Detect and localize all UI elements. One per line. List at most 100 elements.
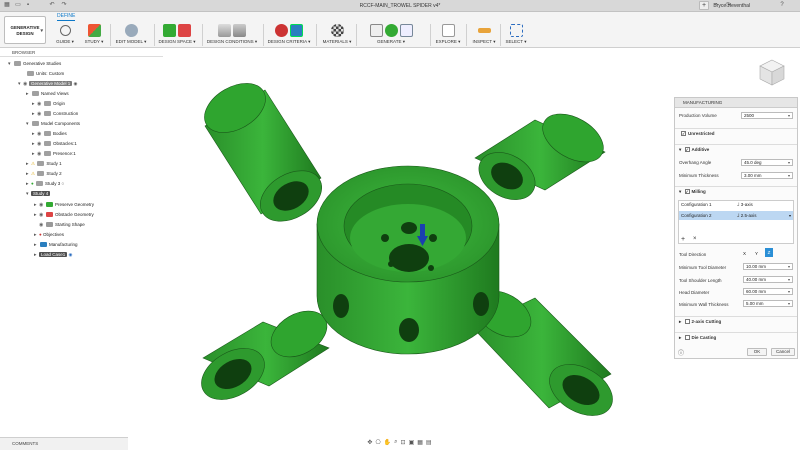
add-config-button[interactable]: +	[681, 236, 685, 243]
milling-section[interactable]: ▾ ✓ Milling	[675, 186, 797, 196]
select-group[interactable]: SELECT ▾	[502, 22, 530, 48]
guide-group[interactable]: GUIDE ▾	[54, 22, 76, 48]
viewports-icon[interactable]: ▤	[426, 439, 432, 446]
unrestricted-row[interactable]: ✓ Unrestricted	[675, 128, 797, 138]
tree-bodies[interactable]: ▸ ◉ Bodies	[32, 130, 67, 138]
browser-header[interactable]: BROWSER	[0, 49, 163, 57]
design-conditions-label: DESIGN CONDITIONS ▾	[206, 39, 258, 44]
tree-manufacturing[interactable]: ▸ Manufacturing	[34, 241, 78, 249]
study-group[interactable]: STUDY ▾	[82, 22, 106, 48]
materials-label: MATERIALS ▾	[322, 39, 352, 44]
edit-model-icon	[124, 24, 138, 37]
tree-load-case[interactable]: ▸ Load Case1 ◉	[34, 251, 72, 259]
user-name[interactable]: Bryce Heventhal	[713, 3, 750, 9]
milling-checkbox: ✓	[684, 189, 690, 195]
warning-icon: ⚠	[31, 161, 36, 166]
head-diameter-label: Head Diameter	[679, 290, 710, 295]
design-conditions-group[interactable]: DESIGN CONDITIONS ▾	[206, 22, 258, 48]
tree-study-2[interactable]: ▸ ⚠ Study 2	[26, 170, 62, 178]
grid-icon[interactable]: ▦	[417, 439, 423, 446]
tool-shoulder-input[interactable]: 40.00 mm ▾	[743, 276, 793, 283]
select-label: SELECT ▾	[505, 39, 527, 44]
tree-root[interactable]: ▾ Generative Studies	[8, 60, 61, 68]
materials-icon	[330, 24, 344, 37]
design-space-label: DESIGN SPACE ▾	[158, 39, 196, 44]
min-thickness-input[interactable]: 3.00 mm ▾	[741, 172, 793, 179]
inspect-group[interactable]: INSPECT ▾	[470, 22, 498, 48]
manufacturing-dialog: MANUFACTURING Production Volume 2500 ▾ ✓ U…	[674, 97, 798, 359]
min-thickness-label: Minimum Thickness	[679, 173, 719, 178]
tree-construction[interactable]: ▸ ◉ Construction	[32, 110, 78, 118]
head-diameter-input[interactable]: 60.00 mm ▾	[743, 288, 793, 295]
tree-obstacle-geometry[interactable]: ▸ ◉ Obstacle Geometry	[34, 211, 94, 219]
min-wall-input[interactable]: 5.00 mm ▾	[743, 300, 793, 307]
fit-icon[interactable]: ⊡	[401, 439, 406, 446]
info-icon[interactable]: ⓘ	[678, 348, 684, 357]
generate-group[interactable]: GENERATE ▾	[358, 22, 424, 48]
tree-named-views[interactable]: ▸ Named Views	[26, 90, 69, 98]
tree-obstacles[interactable]: ▸ ◉ Obstacles:1	[32, 140, 77, 148]
min-wall-label: Minimum Wall Thickness	[679, 302, 729, 307]
two-axis-section[interactable]: ▸ 2-axis Cutting	[675, 316, 797, 326]
generate-icon	[384, 24, 398, 37]
obstacle-geometry-icon	[178, 24, 191, 37]
ok-button[interactable]: OK	[747, 348, 767, 356]
materials-group[interactable]: MATERIALS ▾	[320, 22, 354, 48]
production-volume-input[interactable]: 2500 ▾	[741, 112, 793, 119]
config1-label[interactable]: Configuration 1	[681, 202, 712, 207]
chevron-down-icon: ▾	[40, 28, 43, 34]
tab-define[interactable]: DEFINE	[57, 13, 76, 21]
additive-section[interactable]: ▾ ✓ Additive	[675, 144, 797, 154]
help-icon[interactable]: ?	[778, 2, 786, 9]
design-space-group[interactable]: DESIGN SPACE ▾	[158, 22, 196, 48]
overhang-input[interactable]: 45.0 deg ▾	[741, 159, 793, 166]
select-icon	[509, 24, 523, 37]
look-at-icon[interactable]: ⎔	[375, 439, 380, 446]
tool-direction-y[interactable]: Y	[755, 251, 758, 256]
model-canvas	[201, 83, 613, 416]
config1-value[interactable]: ⅃ 3-axis	[737, 202, 791, 209]
orbit-icon[interactable]: ✥	[367, 439, 372, 446]
dialog-title[interactable]: MANUFACTURING	[675, 98, 797, 108]
tree-presence[interactable]: ▸ ◉ Presence:1	[32, 150, 76, 158]
explore-label: EXPLORE ▾	[435, 39, 461, 44]
cancel-button[interactable]: Cancel	[771, 348, 795, 356]
tool-direction-z[interactable]: Z	[765, 248, 773, 257]
min-tool-diameter-input[interactable]: 10.00 mm ▾	[743, 263, 793, 270]
tree-origin[interactable]: ▸ ◉ Origin	[32, 100, 65, 108]
tree-units[interactable]: Units: Custom	[26, 70, 64, 78]
tree-preserve-geometry[interactable]: ▸ ◉ Preserve Geometry	[34, 201, 94, 209]
tree-model-components[interactable]: ▾ Model Components	[26, 120, 80, 128]
pan-icon[interactable]: ✋	[384, 439, 391, 446]
manufacturing-icon	[290, 24, 303, 37]
model-viewport[interactable]	[163, 48, 673, 436]
tree-starting-shape[interactable]: ◉ Starting Shape	[34, 221, 85, 229]
cylinder-arm-upper-left	[204, 83, 322, 222]
guide-label: GUIDE ▾	[56, 39, 74, 44]
zoom-icon[interactable]: ⌕	[394, 439, 397, 446]
explore-group[interactable]: EXPLORE ▾	[434, 22, 462, 48]
unrestricted-checkbox: ✓	[681, 131, 686, 137]
production-volume-label: Production Volume	[679, 113, 717, 118]
design-criteria-group[interactable]: DESIGN CRITERIA ▾	[266, 22, 312, 48]
remove-config-button[interactable]: ×	[693, 236, 697, 242]
new-tab-button[interactable]: +	[699, 1, 709, 10]
die-casting-section[interactable]: ▸ Die Casting	[675, 332, 797, 342]
study-icon	[87, 24, 101, 37]
guide-icon	[59, 25, 71, 36]
tool-direction-x[interactable]: X	[743, 251, 746, 256]
precheck-icon	[369, 24, 383, 37]
tree-generative-model[interactable]: ▾ ◉ Generative Model 1 ◉	[18, 80, 77, 88]
edit-model-group[interactable]: EDIT MODEL ▾	[114, 22, 148, 48]
tree-objectives[interactable]: ▸ ● Objectives	[34, 231, 64, 239]
cylinder-arm-lower-left	[201, 310, 330, 400]
view-cube[interactable]	[757, 57, 787, 87]
tree-study-1[interactable]: ▸ ⚠ Study 1	[26, 160, 62, 168]
central-hub	[316, 165, 500, 355]
display-settings-icon[interactable]: ▣	[409, 439, 415, 446]
workspace-switcher[interactable]: GENERATIVE DESIGN ▾	[4, 16, 46, 44]
comments-bar[interactable]: COMMENTS	[0, 437, 128, 450]
config2-row[interactable]: Configuration 2 ⅃ 2.5-axis ▾	[679, 211, 793, 220]
tree-study-3[interactable]: ▸ ● Study 3 ○	[26, 180, 64, 188]
tree-study-4[interactable]: ▾ Study 4	[26, 190, 51, 198]
